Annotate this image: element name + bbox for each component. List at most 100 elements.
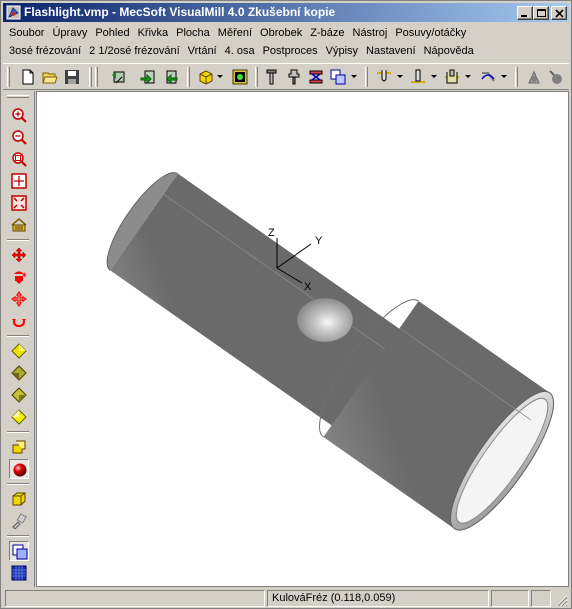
close-icon xyxy=(555,9,564,18)
new-file-button[interactable] xyxy=(17,67,39,88)
view-iso-button[interactable] xyxy=(9,407,29,427)
menu-pohled[interactable]: Pohled xyxy=(91,24,133,42)
open-button[interactable] xyxy=(39,67,61,88)
toolbar-grip[interactable] xyxy=(515,67,518,87)
menu-z-baze[interactable]: Z-báze xyxy=(306,24,348,42)
minimize-button[interactable] xyxy=(517,6,533,20)
menu-vypisy[interactable]: Výpisy xyxy=(322,42,362,60)
flashlight-model-view[interactable]: Z Y X xyxy=(37,92,568,586)
import-button[interactable] xyxy=(137,67,159,88)
toolpath-button[interactable] xyxy=(9,511,29,531)
feeds-button[interactable] xyxy=(477,67,499,88)
zoom-box-button[interactable] xyxy=(9,149,29,169)
window-tile-button[interactable] xyxy=(9,541,29,561)
ball-mill-dropdown-arrow[interactable] xyxy=(397,75,403,78)
axis-z-label: Z xyxy=(268,227,275,239)
toolbar-grip[interactable] xyxy=(7,67,10,87)
view-top-icon xyxy=(11,343,27,359)
view-right-button[interactable] xyxy=(9,385,29,405)
dynamic-rotate-button[interactable] xyxy=(9,267,29,287)
menu-3ose-frezovani[interactable]: 3osé frézování xyxy=(5,42,85,60)
tool-holder-button[interactable] xyxy=(283,67,305,88)
shaded-button[interactable] xyxy=(9,437,29,457)
spin-button[interactable] xyxy=(9,311,29,331)
view-copy-button[interactable] xyxy=(327,67,349,88)
pan-button[interactable] xyxy=(9,245,29,265)
visualmill-app-icon[interactable] xyxy=(6,5,21,20)
toolbar-grip[interactable] xyxy=(7,95,29,98)
close-button[interactable] xyxy=(551,6,567,20)
view-front-icon xyxy=(11,365,27,381)
menu-plocha[interactable]: Plocha xyxy=(172,24,214,42)
menu-nastroj[interactable]: Nástroj xyxy=(349,24,392,42)
toolbar-grip[interactable] xyxy=(95,67,98,87)
toolbar-separator xyxy=(7,483,29,485)
menu-vrtani[interactable]: Vrtání xyxy=(184,42,221,60)
size-grip-icon[interactable] xyxy=(555,594,568,607)
window-title: Flashlight.vmp - MecSoft VisualMill 4.0 … xyxy=(24,5,336,19)
axis-y-label: Y xyxy=(315,235,323,247)
menu-row-1: Soubor Úpravy Pohled Křivka Plocha Měření Obro… xyxy=(5,24,470,42)
flat-mill-dropdown-arrow[interactable] xyxy=(431,75,437,78)
menu-upravy[interactable]: Úpravy xyxy=(48,24,91,42)
maximize-button[interactable] xyxy=(533,6,549,20)
menu-mereni[interactable]: Měření xyxy=(214,24,256,42)
simulate-button[interactable] xyxy=(523,67,545,88)
status-bar: KulováFréz (0.118,0.059) xyxy=(3,589,569,608)
menu-krivka[interactable]: Křivka xyxy=(134,24,173,42)
stock-dropdown-arrow[interactable] xyxy=(217,75,223,78)
minimize-icon xyxy=(521,15,527,17)
corner-mill-dropdown-arrow[interactable] xyxy=(465,75,471,78)
status-pane-empty xyxy=(491,590,529,607)
zoom-extents-button[interactable] xyxy=(9,193,29,213)
tool-button[interactable] xyxy=(261,67,283,88)
new-file-icon xyxy=(22,69,34,85)
grid-button[interactable] xyxy=(9,563,29,583)
render-image-icon xyxy=(232,69,248,85)
sphere-render-button[interactable] xyxy=(9,459,29,479)
cut-material-icon xyxy=(549,70,562,84)
zoom-in-button[interactable] xyxy=(9,105,29,125)
ball-mill-icon xyxy=(377,70,391,82)
ball-mill-button[interactable] xyxy=(373,67,395,88)
toolbar-separator xyxy=(7,335,29,337)
feeds-dropdown-arrow[interactable] xyxy=(501,75,507,78)
toolbar-separator xyxy=(255,67,258,87)
menu-napoveda[interactable]: Nápověda xyxy=(420,42,478,60)
wireframe-box-button[interactable] xyxy=(9,489,29,509)
move-button[interactable] xyxy=(9,289,29,309)
view-front-button[interactable] xyxy=(9,363,29,383)
menu-2-5ose-frezovani[interactable]: 2 1/2osé frézování xyxy=(85,42,184,60)
move-icon xyxy=(11,291,27,307)
flat-mill-button[interactable] xyxy=(407,67,429,88)
toolbar-separator xyxy=(89,67,92,87)
stock-box-button[interactable] xyxy=(195,67,217,88)
zoom-previous-icon xyxy=(11,218,27,232)
menu-soubor[interactable]: Soubor xyxy=(5,24,48,42)
menu-obrobek[interactable]: Obrobek xyxy=(256,24,306,42)
cut-material-button[interactable] xyxy=(545,67,567,88)
save-button[interactable] xyxy=(61,67,83,88)
regenerate-button[interactable] xyxy=(107,67,129,88)
menu-nastaveni[interactable]: Nastavení xyxy=(362,42,420,60)
zoom-fit-button[interactable] xyxy=(9,171,29,191)
menu-4-osa[interactable]: 4. osa xyxy=(221,42,259,60)
corner-radius-mill-button[interactable] xyxy=(441,67,463,88)
view-toolbar xyxy=(3,91,35,587)
graphics-viewport[interactable]: Z Y X xyxy=(36,91,569,587)
dynamic-rotate-icon xyxy=(14,271,26,284)
toolbar-grip[interactable] xyxy=(365,67,368,87)
view-top-button[interactable] xyxy=(9,341,29,361)
zoom-fit-icon xyxy=(11,173,27,189)
menu-postproces[interactable]: Postproces xyxy=(259,42,322,60)
export-button[interactable] xyxy=(159,67,181,88)
zoom-out-button[interactable] xyxy=(9,127,29,147)
machine-setup-button[interactable] xyxy=(305,67,327,88)
title-bar[interactable]: Flashlight.vmp - MecSoft VisualMill 4.0 … xyxy=(3,3,569,22)
render-image-button[interactable] xyxy=(229,67,251,88)
stock-box-icon xyxy=(199,70,213,85)
main-toolbar xyxy=(3,63,569,90)
menu-posuvy-otacky[interactable]: Posuvy/otáčky xyxy=(391,24,470,42)
view-dropdown-arrow[interactable] xyxy=(351,75,357,78)
zoom-previous-button[interactable] xyxy=(9,215,29,235)
